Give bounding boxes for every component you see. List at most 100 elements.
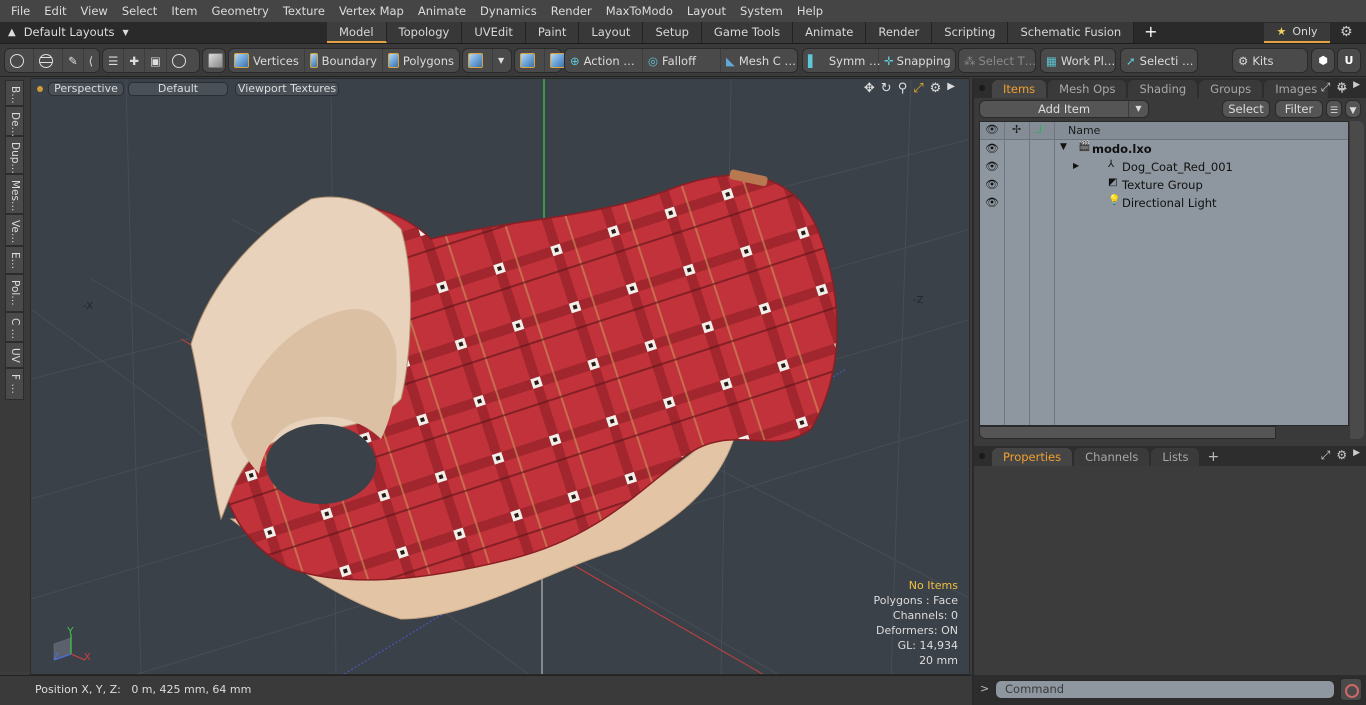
layout-tab-layout[interactable]: Layout	[579, 22, 644, 43]
material-mode-button[interactable]	[463, 49, 493, 72]
menu-help[interactable]: Help	[790, 0, 830, 22]
items-tab-items[interactable]: Items	[992, 80, 1047, 98]
filter-button[interactable]: Filter	[1275, 100, 1323, 118]
rotate-view-icon[interactable]: ↻	[881, 81, 892, 96]
tree-horizontal-scrollbar[interactable]	[979, 426, 1276, 439]
symmetry-button[interactable]: ▌ Symm …	[803, 49, 881, 72]
left-tab-4[interactable]: Ve…	[5, 214, 24, 246]
left-tab-3[interactable]: Mes…	[5, 174, 24, 214]
layout-selector[interactable]: ▲ Default Layouts ▼	[8, 25, 129, 39]
add-item-button[interactable]: Add Item ▼	[979, 100, 1149, 118]
kits-button[interactable]: ⚙ Kits	[1233, 49, 1279, 72]
panel-settings-icon[interactable]: ⚙	[1336, 80, 1347, 95]
curve-tool-button[interactable]: ⟨	[84, 49, 99, 72]
dial-tool-button[interactable]	[167, 49, 195, 72]
pen-tool-button[interactable]: ✎	[63, 49, 84, 72]
items-tab-images[interactable]: Images	[1264, 80, 1329, 98]
visibility-eye-icon[interactable]: 👁	[985, 160, 999, 173]
snapping-button[interactable]: ✛ Snapping	[879, 49, 955, 72]
selection-sets-button[interactable]: ➚ Selecti …	[1121, 49, 1198, 72]
visibility-eye-icon[interactable]: 👁	[985, 142, 999, 155]
visibility-eye-icon[interactable]: 👁	[985, 178, 999, 191]
left-tab-5[interactable]: E…	[5, 246, 24, 274]
viewport-expand-icon[interactable]: ▶	[947, 81, 955, 96]
panel-menu-icon[interactable]: ▶	[1353, 448, 1360, 463]
properties-tab-channels[interactable]: Channels	[1074, 448, 1150, 466]
frame-tool-button[interactable]: ▣	[145, 49, 167, 72]
bend-tool-button[interactable]: ☰	[103, 49, 125, 72]
layout-tab-setup[interactable]: Setup	[643, 22, 702, 43]
select-through-button[interactable]: ⁂ Select T…	[959, 49, 1041, 72]
add-tab-button[interactable]: +	[1201, 448, 1225, 466]
circle-tool-button[interactable]	[5, 49, 34, 72]
menu-animate[interactable]: Animate	[411, 0, 473, 22]
funnel-filter-button[interactable]: ▼	[1345, 100, 1361, 118]
viewport-textures-button[interactable]: Viewport Textures	[235, 82, 339, 96]
left-tab-8[interactable]: UV	[5, 342, 24, 368]
menu-layout[interactable]: Layout	[680, 0, 733, 22]
unreal-button[interactable]: U	[1337, 48, 1361, 73]
properties-tab-properties[interactable]: Properties	[992, 448, 1073, 466]
work-plane-button[interactable]: ▦ Work Pl…	[1041, 49, 1120, 72]
left-tab-6[interactable]: Pol…	[5, 274, 24, 312]
layout-tab-game-tools[interactable]: Game Tools	[701, 22, 794, 43]
expand-panel-icon[interactable]: ⤢	[1321, 448, 1331, 463]
sphere-tool-button[interactable]	[34, 49, 63, 72]
view-perspective-button[interactable]: Perspective	[48, 82, 124, 96]
expand-panel-icon[interactable]: ⤢	[1321, 80, 1331, 95]
layout-tab-animate[interactable]: Animate	[793, 22, 867, 43]
tree-vertical-scrollbar[interactable]	[1350, 121, 1364, 439]
select-button[interactable]: Select	[1222, 100, 1270, 118]
layout-tab-schematic-fusion[interactable]: Schematic Fusion	[1008, 22, 1135, 43]
layout-tab-uvedit[interactable]: UVEdit	[462, 22, 526, 43]
falloff-button[interactable]: ◎ Falloff	[643, 49, 721, 72]
mode-dropdown-button[interactable]: ▼	[493, 49, 509, 72]
move-view-icon[interactable]: ✥	[864, 81, 875, 96]
item-tree[interactable]: 👁 ✢ ⅃ Name 👁 ▼ 🎬 modo.lxo 👁 ▶ ⅄ Dog_Coat_Red_00…	[979, 121, 1349, 426]
left-tab-9[interactable]: F …	[5, 368, 24, 400]
items-tab-shading[interactable]: Shading	[1128, 80, 1198, 98]
menu-file[interactable]: File	[4, 0, 37, 22]
menu-geometry[interactable]: Geometry	[205, 0, 276, 22]
menu-system[interactable]: System	[733, 0, 790, 22]
tree-row[interactable]: 👁 ◩ Texture Group	[980, 176, 1348, 194]
layout-tab-render[interactable]: Render	[866, 22, 933, 43]
menu-texture[interactable]: Texture	[276, 0, 332, 22]
viewport-settings-icon[interactable]: ⚙	[930, 81, 942, 96]
unity-button[interactable]: ⬢	[1311, 48, 1335, 73]
polygons-mode-button[interactable]: Polygons	[383, 49, 459, 72]
properties-tab-lists[interactable]: Lists	[1151, 448, 1200, 466]
menu-edit[interactable]: Edit	[37, 0, 73, 22]
lock-column-icon[interactable]: ✢	[1012, 123, 1021, 136]
action-button[interactable]: ⊕ Action …	[565, 49, 643, 72]
expand-arrow-icon[interactable]: ▶	[1073, 161, 1079, 170]
mesh-constraints-button[interactable]: ◣ Mesh C …	[721, 49, 797, 72]
tree-row[interactable]: 👁 💡 Directional Light	[980, 194, 1348, 212]
layout-tab-model[interactable]: Model	[327, 22, 387, 43]
gear-icon[interactable]: ⚙	[1340, 24, 1353, 40]
vertices-mode-button[interactable]: Vertices	[229, 49, 305, 72]
name-column-header[interactable]: Name	[1068, 124, 1100, 137]
command-input[interactable]: Command	[995, 680, 1335, 699]
record-macro-button[interactable]	[1340, 678, 1362, 701]
left-tab-2[interactable]: Dup…	[5, 136, 24, 174]
collapse-arrow-icon[interactable]: ▼	[1060, 142, 1067, 152]
menu-dynamics[interactable]: Dynamics	[473, 0, 544, 22]
panel-dot-icon[interactable]	[979, 453, 985, 459]
left-tab-0[interactable]: B…	[5, 80, 24, 106]
visibility-column-icon[interactable]: 👁	[985, 123, 999, 136]
tree-row[interactable]: 👁 ▼ 🎬 modo.lxo	[980, 140, 1348, 158]
layout-tab-paint[interactable]: Paint	[525, 22, 580, 43]
menu-view[interactable]: View	[74, 0, 115, 22]
boundary-mode-button[interactable]: Boundary	[305, 49, 383, 72]
viewport-status-dot[interactable]	[37, 86, 43, 92]
menu-select[interactable]: Select	[115, 0, 164, 22]
list-options-button[interactable]: ☰	[1326, 100, 1342, 118]
visibility-eye-icon[interactable]: 👁	[985, 196, 999, 209]
menu-vertex-map[interactable]: Vertex Map	[332, 0, 411, 22]
menu-item[interactable]: Item	[164, 0, 204, 22]
only-button[interactable]: ★ Only	[1264, 23, 1330, 43]
panel-menu-icon[interactable]: ▶	[1353, 80, 1360, 95]
zoom-view-icon[interactable]: ⚲	[898, 81, 908, 96]
panel-dot-icon[interactable]	[979, 85, 985, 91]
